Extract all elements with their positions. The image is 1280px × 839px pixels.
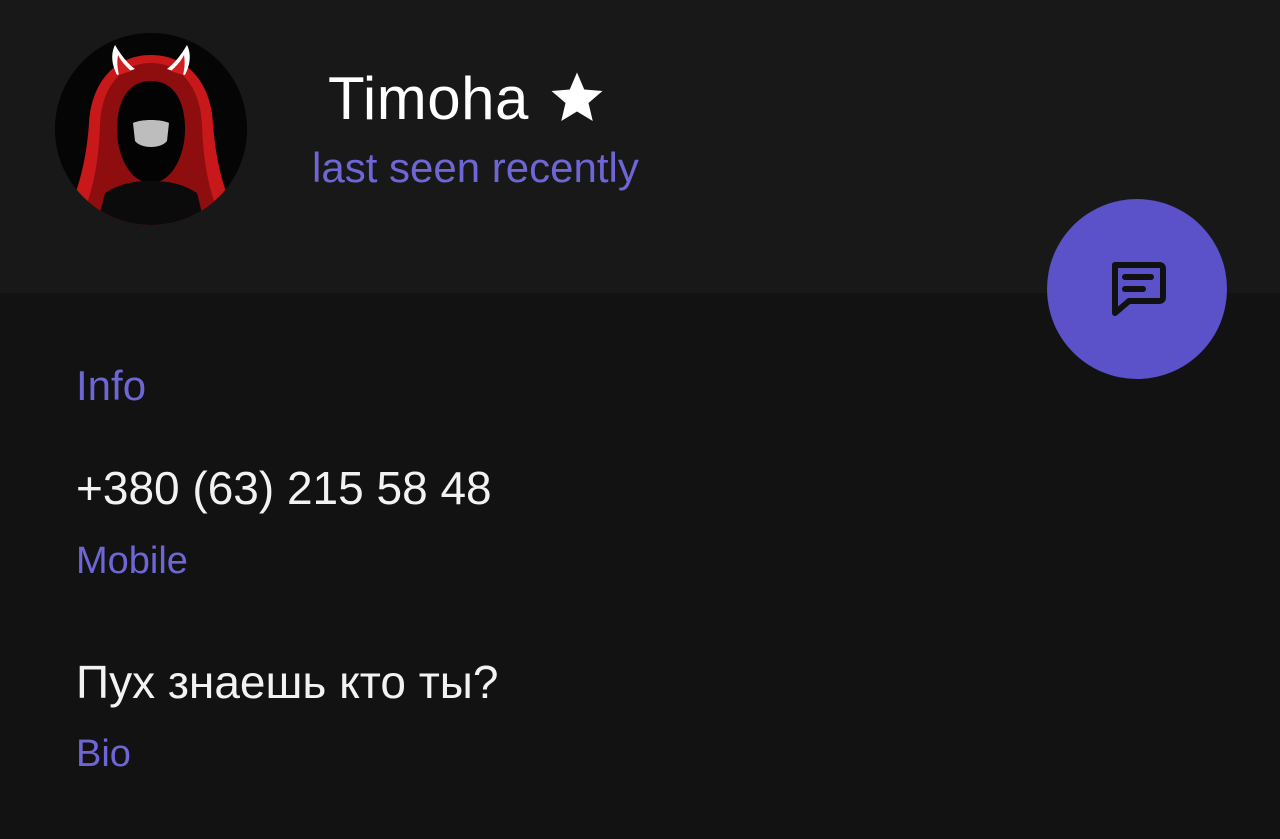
profile-name-row: Timoha xyxy=(328,60,607,136)
phone-label: Mobile xyxy=(76,540,188,582)
star-icon xyxy=(547,68,607,128)
send-message-button[interactable] xyxy=(1047,199,1227,379)
info-section-title: Info xyxy=(76,362,147,409)
bio-label: Bio xyxy=(76,733,131,775)
bio-text[interactable]: Пух знаешь кто ты? xyxy=(76,654,498,710)
profile-name: Timoha xyxy=(328,64,529,132)
avatar[interactable] xyxy=(55,33,247,225)
last-seen-status: last seen recently xyxy=(312,144,639,191)
message-icon xyxy=(1101,251,1173,328)
phone-number[interactable]: +380 (63) 215 58 48 xyxy=(76,460,492,516)
hooded-devil-avatar-image xyxy=(55,33,247,225)
